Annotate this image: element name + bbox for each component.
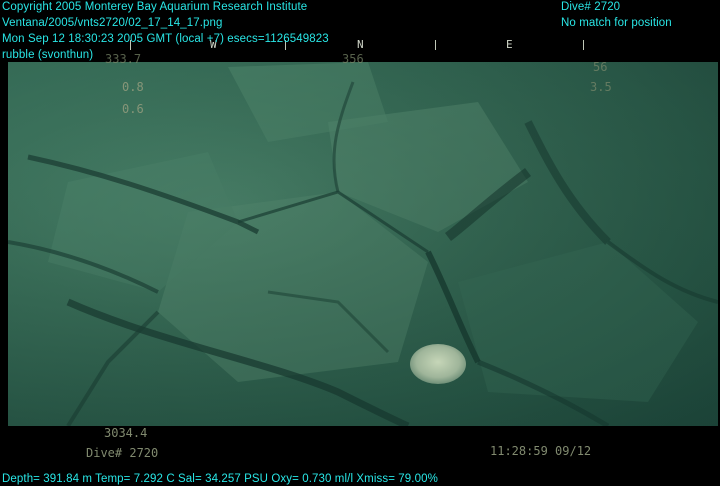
copyright-text: Copyright 2005 Monterey Bay Aquarium Res… <box>2 1 308 13</box>
heading-left-value: 333.7 <box>105 52 142 66</box>
timestamp-text: Mon Sep 12 18:30:23 2005 GMT (local +7) … <box>2 33 329 45</box>
sponge-organism <box>410 344 466 384</box>
annotation-text: rubble (svonthun) <box>2 49 94 61</box>
compass-tick <box>435 40 436 50</box>
camera-clock: 11:28:59 09/12 <box>490 444 592 458</box>
heading-center-value: 356 <box>342 52 364 66</box>
file-path-text: Ventana/2005/vnts2720/02_17_14_17.png <box>2 17 223 29</box>
camera-depth-reading: 3034.4 <box>104 426 148 440</box>
dive-frame: W N E 333.7 356 56 0.8 0.6 3.5 3034.4 Di… <box>0 0 720 486</box>
telemetry-text: Depth= 391.84 m Temp= 7.292 C Sal= 34.25… <box>2 473 438 485</box>
seafloor-video-frame <box>8 62 718 426</box>
camera-dive-text: Dive# 2720 <box>86 446 159 460</box>
compass-north-letter: N <box>357 38 364 51</box>
camera-value-1: 0.8 <box>122 80 144 94</box>
rocky-seafloor-image <box>8 62 718 426</box>
position-status-text: No match for position <box>561 17 672 29</box>
dive-number-text: Dive# 2720 <box>561 1 621 13</box>
heading-right-value: 56 <box>593 60 608 74</box>
camera-value-right: 3.5 <box>590 80 612 94</box>
compass-east-letter: E <box>506 38 513 51</box>
compass-tick <box>583 40 584 50</box>
camera-value-2: 0.6 <box>122 102 144 116</box>
